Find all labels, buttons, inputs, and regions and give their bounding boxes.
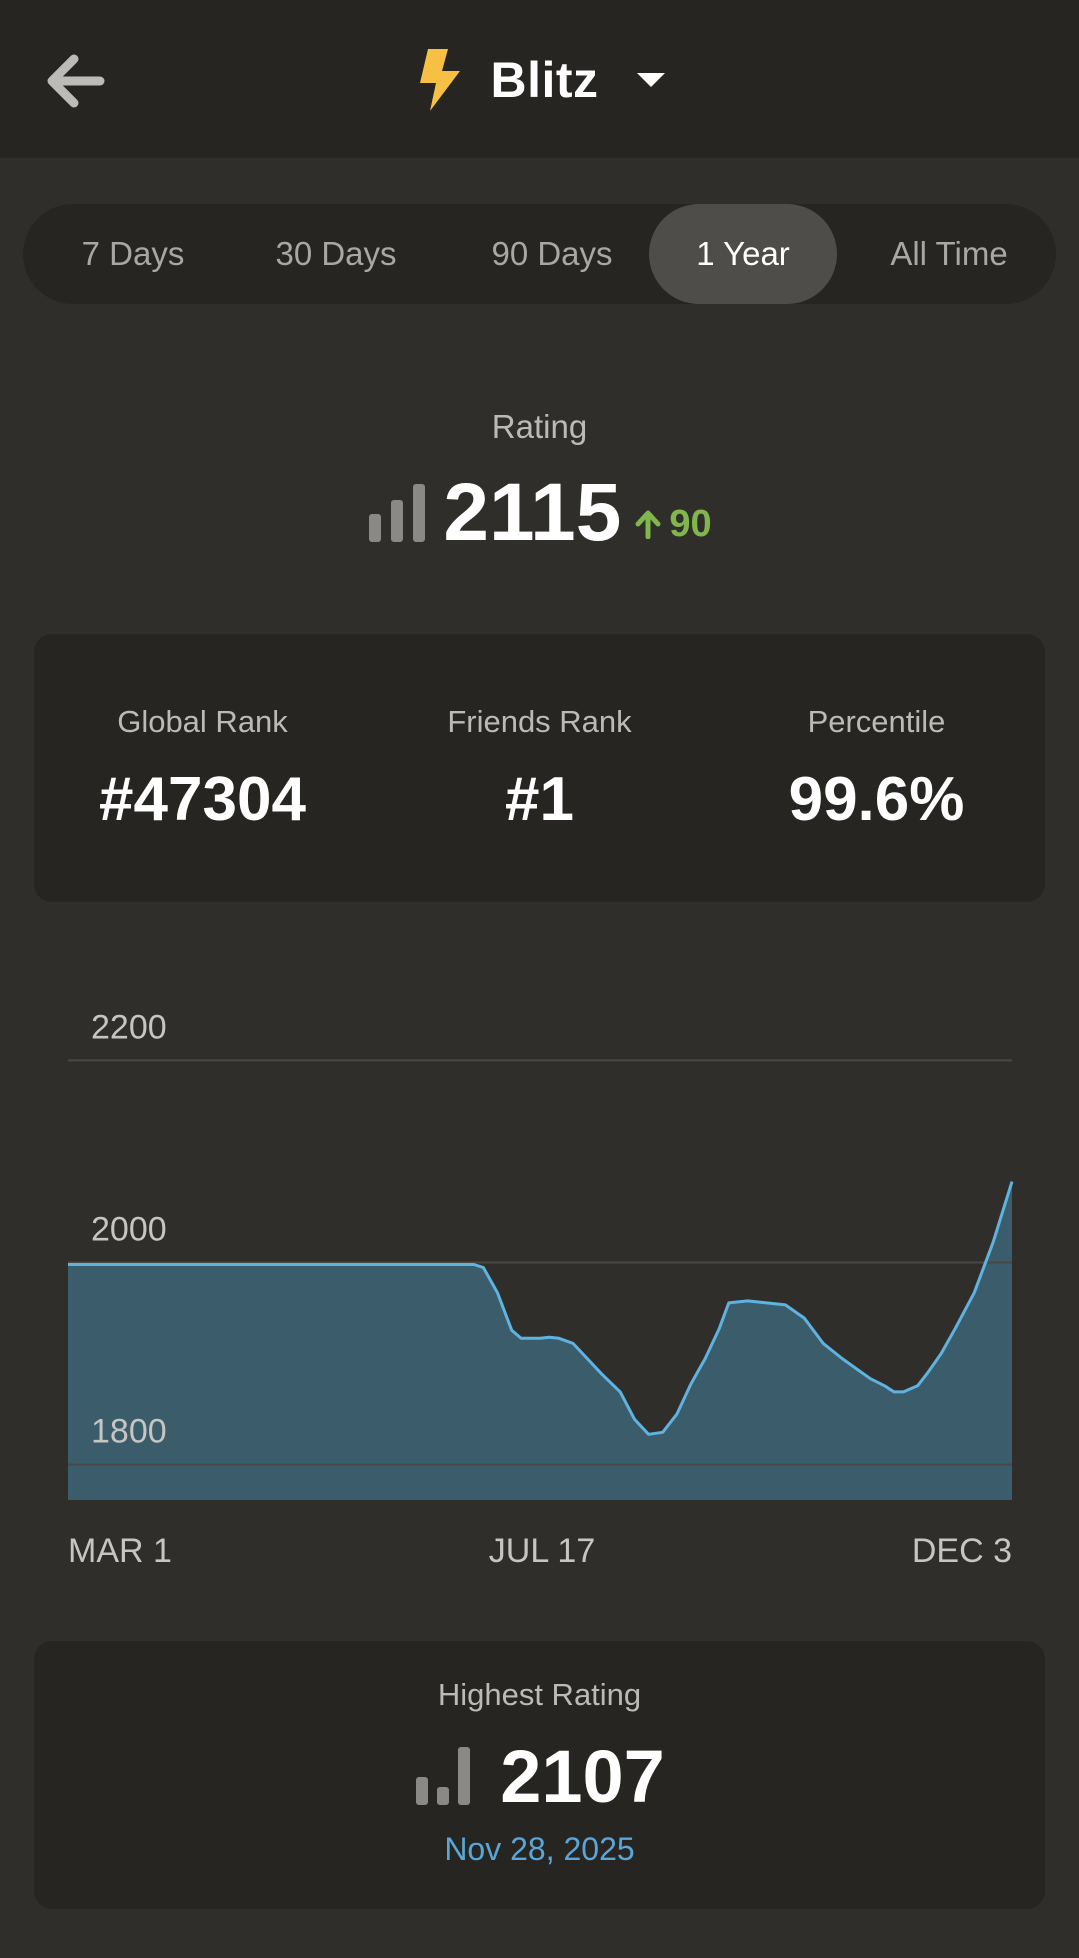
tab-1-year[interactable]: 1 Year xyxy=(649,204,837,304)
game-mode-selector[interactable]: Blitz xyxy=(0,40,1079,120)
highest-rating-display: 2107 xyxy=(34,1731,1045,1821)
tab-30-days[interactable]: 30 Days xyxy=(247,204,425,304)
friends-rank: Friends Rank #1 xyxy=(371,634,708,835)
y-tick-label-2200: 2200 xyxy=(91,1008,167,1046)
rating-label: Rating xyxy=(491,408,588,445)
rating-value: 2115 xyxy=(443,467,622,558)
highest-rating-label: Highest Rating xyxy=(437,1677,642,1712)
friends-rank-label: Friends Rank xyxy=(447,704,632,739)
page-title: Blitz xyxy=(490,52,599,108)
tab-7-days[interactable]: 7 Days xyxy=(53,204,213,304)
rating-area-fill xyxy=(68,1181,1012,1500)
time-range-tabs: 7 Days 30 Days 90 Days 1 Year All Time xyxy=(23,204,1056,304)
y-tick-label-2000: 2000 xyxy=(91,1211,167,1249)
bar-chart-icon xyxy=(416,1747,471,1805)
highest-rating-date: Nov 28, 2025 xyxy=(444,1831,635,1867)
x-tick-label-0: MAR 1 xyxy=(68,1532,172,1570)
x-tick-label-2: DEC 3 xyxy=(912,1532,1012,1570)
rating-change-value: 90 xyxy=(669,502,712,545)
y-tick-label-1800: 1800 xyxy=(91,1413,167,1451)
rating-change: 90 xyxy=(635,502,712,546)
highest-rating-value: 2107 xyxy=(500,1734,665,1818)
tab-90-days[interactable]: 90 Days xyxy=(463,204,641,304)
x-tick-label-1: JUL 17 xyxy=(489,1532,595,1570)
lightning-bolt-icon xyxy=(420,49,461,111)
percentile-value: 99.6% xyxy=(788,765,965,834)
percentile-label: Percentile xyxy=(807,704,946,739)
top-bar: Blitz xyxy=(0,0,1079,158)
bar-chart-icon xyxy=(369,484,426,542)
highest-rating-card: Highest Rating 2107 Nov 28, 2025 xyxy=(34,1641,1045,1909)
rating-line xyxy=(68,1181,1014,1436)
percentile: Percentile 99.6% xyxy=(708,634,1045,835)
tab-all-time[interactable]: All Time xyxy=(859,204,1039,304)
rank-stats-card: Global Rank #47304 Friends Rank #1 Perce… xyxy=(34,634,1045,902)
global-rank-label: Global Rank xyxy=(117,704,288,739)
friends-rank-value: #1 xyxy=(505,765,574,834)
arrow-up-icon xyxy=(635,510,661,539)
rating-display: 2115 90 xyxy=(0,467,1079,558)
caret-down-icon xyxy=(636,73,665,87)
global-rank: Global Rank #47304 xyxy=(34,634,371,835)
global-rank-value: #47304 xyxy=(99,765,306,834)
